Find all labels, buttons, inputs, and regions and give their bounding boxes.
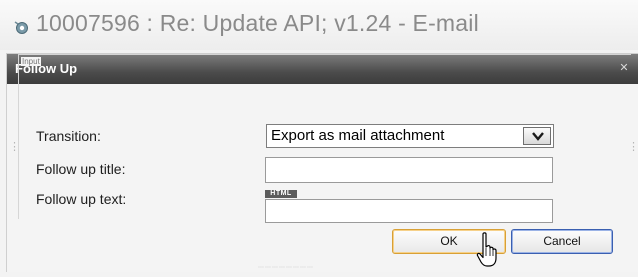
cancel-button[interactable]: Cancel	[511, 229, 613, 254]
transition-select-value: Export as mail attachment	[271, 127, 445, 144]
hand-pointer-cursor-icon	[476, 232, 504, 272]
html-mode-badge[interactable]: HTML	[265, 190, 297, 198]
follow-up-title-input[interactable]	[265, 157, 553, 183]
fieldset-legend: Input	[21, 57, 41, 66]
right-resize-grip[interactable]: ⋮	[628, 140, 638, 153]
transition-select[interactable]: Export as mail attachment	[266, 124, 554, 148]
page-header: 10007596 : Re: Update API; v1.24 - E-mai…	[0, 0, 638, 50]
bottom-edge-grip: ⋯⋯⋯⋯⋯⋯⋯⋯	[258, 265, 314, 271]
page-title: 10007596 : Re: Update API; v1.24 - E-mai…	[36, 10, 479, 36]
follow-up-title-label: Follow up title:	[36, 161, 126, 177]
left-resize-grip[interactable]: ⋮	[9, 140, 20, 153]
chevron-down-icon[interactable]	[523, 127, 551, 145]
transition-label: Transition:	[36, 128, 101, 144]
email-message-icon	[14, 20, 28, 34]
follow-up-text-input[interactable]	[265, 199, 553, 223]
follow-up-text-label: Follow up text:	[36, 191, 127, 207]
